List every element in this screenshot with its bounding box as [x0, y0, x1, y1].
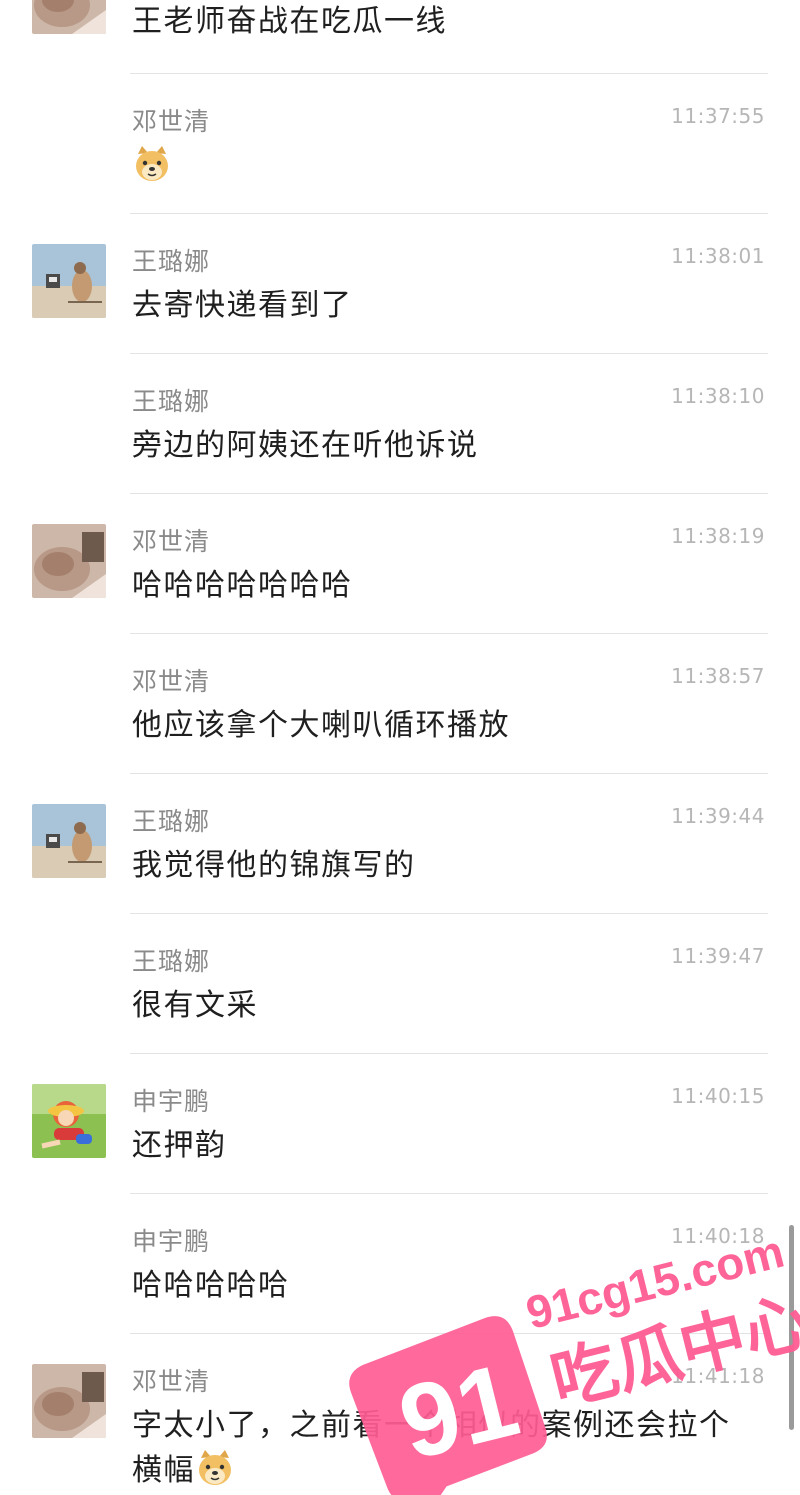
message-row: 申宇鹏 11:40:18 哈哈哈哈哈: [0, 1194, 800, 1334]
sender-name[interactable]: 王璐娜: [132, 382, 210, 418]
sender-name[interactable]: 邓世清: [132, 1362, 210, 1398]
message-text: 去寄快递看到了: [132, 288, 353, 323]
sender-name[interactable]: 王璐娜: [132, 242, 210, 278]
message-text: 旁边的阿姨还在听他诉说: [132, 428, 479, 463]
sender-name[interactable]: 王璐娜: [132, 802, 210, 838]
cartoon-avatar-icon: [32, 1084, 106, 1158]
avatar[interactable]: [32, 804, 106, 878]
message-text: 还押韵: [132, 1128, 227, 1163]
sender-name[interactable]: 邓世清: [132, 522, 210, 558]
message-row: 王老师奋战在吃瓜一线: [0, 0, 800, 74]
message-text: 很有文采: [132, 988, 258, 1023]
beach-avatar-icon: [32, 244, 106, 318]
message-text: [132, 144, 752, 189]
timestamp: 11:38:01: [671, 244, 765, 268]
message-row: 邓世清 11:38:57 他应该拿个大喇叭循环播放: [0, 634, 800, 774]
message-row: 王璐娜 11:39:44 我觉得他的锦旗写的: [0, 774, 800, 914]
timestamp: 11:39:44: [671, 804, 765, 828]
avatar[interactable]: [32, 244, 106, 318]
message-row: 王璐娜 11:39:47 很有文采: [0, 914, 800, 1054]
message-text: 哈哈哈哈哈哈哈: [132, 568, 353, 603]
timestamp: 11:40:18: [671, 1224, 765, 1248]
sender-name[interactable]: 王璐娜: [132, 942, 210, 978]
timestamp: 11:40:15: [671, 1084, 765, 1108]
timestamp: 11:41:18: [671, 1364, 765, 1388]
timestamp: 11:38:57: [671, 664, 765, 688]
message-row: 邓世清 11:38:19 哈哈哈哈哈哈哈: [0, 494, 800, 634]
message-text: 王老师奋战在吃瓜一线: [132, 4, 447, 39]
sender-name[interactable]: 邓世清: [132, 102, 210, 138]
timestamp: 11:38:19: [671, 524, 765, 548]
timestamp: 11:37:55: [671, 104, 765, 128]
message-text: 我觉得他的锦旗写的: [132, 848, 416, 883]
chat-message-list[interactable]: 王老师奋战在吃瓜一线 邓世清 11:37:55 王璐娜 11:38:01 去寄快…: [0, 0, 800, 1495]
message-text: 他应该拿个大喇叭循环播放: [132, 708, 510, 743]
cat-avatar-icon: [32, 1364, 106, 1438]
sender-name[interactable]: 申宇鹏: [132, 1082, 210, 1118]
doge-emoji-icon: [136, 146, 168, 181]
message-row: 邓世清 11:41:18 字太小了，之前看一个相似的案例还会拉个横幅: [0, 1334, 800, 1495]
message-row: 邓世清 11:37:55: [0, 74, 800, 214]
message-row: 王璐娜 11:38:01 去寄快递看到了: [0, 214, 800, 354]
sender-name[interactable]: 邓世清: [132, 662, 210, 698]
avatar[interactable]: [32, 1084, 106, 1158]
cat-avatar-icon: [32, 0, 106, 34]
message-row: 王璐娜 11:38:10 旁边的阿姨还在听他诉说: [0, 354, 800, 494]
message-row: 申宇鹏 11:40:15 还押韵: [0, 1054, 800, 1194]
cat-avatar-icon: [32, 524, 106, 598]
avatar[interactable]: [32, 1364, 106, 1438]
timestamp: 11:39:47: [671, 944, 765, 968]
timestamp: 11:38:10: [671, 384, 765, 408]
doge-emoji-icon: [199, 1450, 231, 1485]
beach-avatar-icon: [32, 804, 106, 878]
message-text: 哈哈哈哈哈: [132, 1268, 290, 1303]
avatar[interactable]: [32, 0, 106, 34]
sender-name[interactable]: 申宇鹏: [132, 1222, 210, 1258]
avatar[interactable]: [32, 524, 106, 598]
message-text: 字太小了，之前看一个相似的案例还会拉个横幅: [132, 1404, 752, 1493]
scrollbar[interactable]: [789, 1225, 794, 1430]
